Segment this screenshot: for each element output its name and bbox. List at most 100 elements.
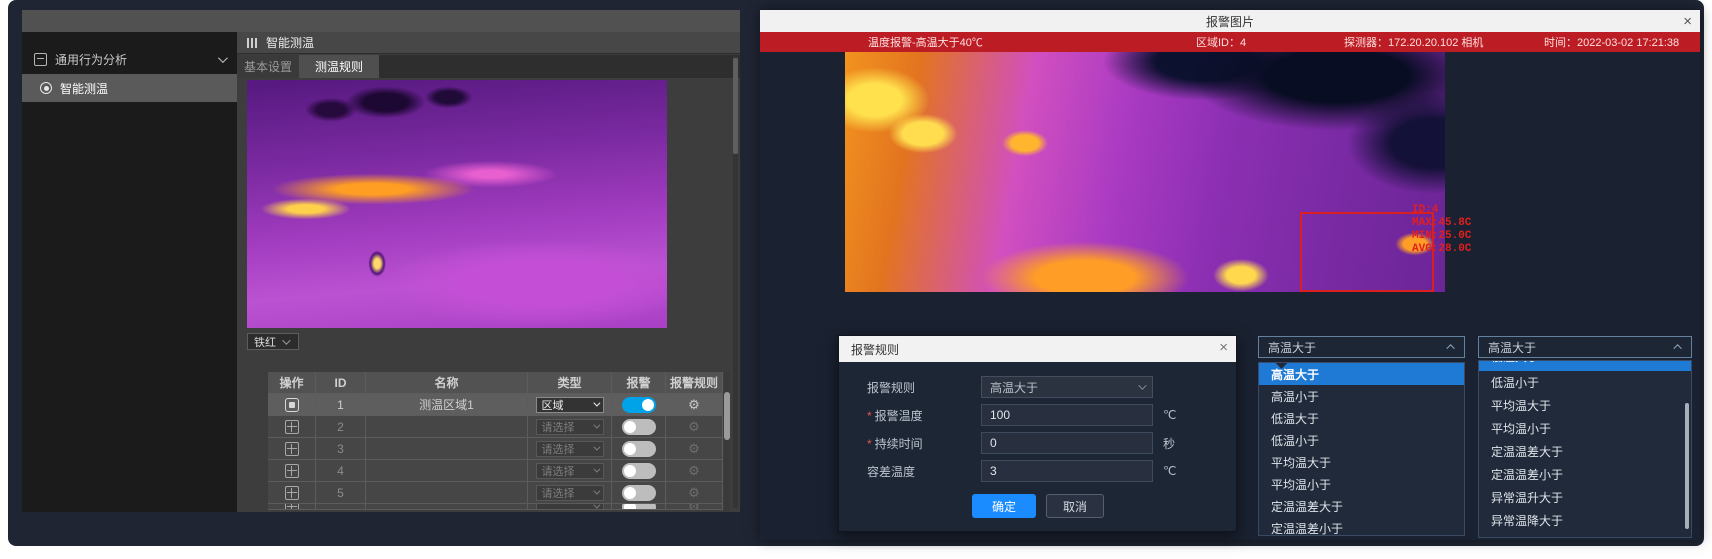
sidebar-item-smart-thermometry[interactable]: 智能测温 [22, 74, 237, 102]
rule-type-select-1[interactable]: 高温大于 [1258, 336, 1465, 358]
dropdown-option[interactable]: 异常温降大于 [1479, 509, 1691, 532]
screen: 通用行为分析 智能测温 智能测温 基本设置 测温规则 铁红 [0, 0, 1712, 559]
field-unit: 秒 [1163, 435, 1175, 452]
column-header: 操作 [268, 372, 316, 393]
row-type-select[interactable]: 区域 [536, 397, 604, 413]
content-title: 智能测温 [266, 34, 314, 51]
table-row[interactable]: 2请选择⚙ [268, 416, 723, 438]
field-label: 报警规则 [867, 379, 972, 396]
table-row[interactable]: 1测温区域1区域⚙ [268, 394, 723, 416]
roi-overlay-text: ID:4 MAX:45.8C MIN:25.0C AVG:28.0C [1412, 204, 1471, 256]
alert-region-id: 区域ID：4 [1196, 32, 1246, 52]
row-type-select[interactable] [536, 504, 604, 509]
dropdown-option[interactable]: 低温大于 [1259, 407, 1464, 429]
panel-bars-icon [247, 38, 257, 48]
content-scrollbar[interactable] [733, 56, 738, 508]
报警温度-input[interactable] [981, 404, 1153, 426]
locate-region-icon[interactable] [285, 398, 299, 412]
alarm-toggle[interactable] [622, 441, 656, 457]
sidebar-group-behavior-analysis[interactable]: 通用行为分析 [22, 46, 237, 72]
alarm-toggle[interactable] [622, 397, 656, 413]
tab-basic-settings[interactable]: 基本设置 [237, 55, 299, 78]
dropdown-option[interactable]: 定温温差大于 [1479, 440, 1691, 463]
table-row[interactable]: ⚙ [268, 504, 723, 510]
measure-table-header: 操作ID名称类型报警报警规则 [268, 372, 723, 394]
add-region-icon[interactable] [285, 442, 299, 456]
alarm-toggle[interactable] [622, 485, 656, 501]
dialog-close-icon[interactable]: × [1219, 336, 1228, 358]
row-id-cell: 3 [316, 438, 366, 459]
alarm-toggle[interactable] [622, 504, 656, 509]
required-asterisk: * [867, 409, 872, 423]
table-row[interactable]: 4 请选择 ⚙ [268, 460, 723, 482]
dropdown-option[interactable]: 定温温差小于 [1479, 463, 1691, 486]
table-scrollbar-thumb[interactable] [724, 392, 730, 440]
dropdown-option[interactable]: 低温小于 [1479, 371, 1691, 394]
容差温度-input[interactable] [981, 460, 1153, 482]
dropdown-option[interactable]: 定温温差小于 [1259, 517, 1464, 536]
table-scrollbar[interactable] [724, 372, 730, 512]
row-id-cell: 4 [316, 460, 366, 481]
column-header: 报警 [612, 372, 666, 393]
dropdown-option-clipped[interactable]: 低温大于 [1479, 361, 1691, 371]
dropdown-option[interactable]: 异常温升大于 [1479, 486, 1691, 509]
palette-select[interactable]: 铁红 [247, 333, 299, 350]
dropdown-option[interactable]: 平均温小于 [1259, 473, 1464, 495]
dropdown-scrollbar-thumb[interactable] [1685, 403, 1689, 529]
dropdown-option[interactable]: 平均温大于 [1259, 451, 1464, 473]
chevron-down-icon [593, 466, 600, 473]
row-type-value: 请选择 [542, 463, 575, 479]
confirm-button[interactable]: 确定 [972, 494, 1036, 518]
row-type-value: 请选择 [542, 485, 575, 501]
add-region-icon[interactable] [285, 420, 299, 434]
rule-gear-icon[interactable]: ⚙ [688, 486, 700, 499]
alert-source: 探测器：172.20.20.102 相机 [1344, 32, 1483, 52]
dropdown-option[interactable]: 平均温大于 [1479, 394, 1691, 417]
thermal-preview-image[interactable] [247, 80, 667, 328]
row-type-select[interactable]: 请选择 [536, 419, 604, 435]
table-row[interactable]: 3 请选择 ⚙ [268, 438, 723, 460]
rule-gear-icon[interactable]: ⚙ [688, 464, 700, 477]
add-region-icon[interactable] [285, 504, 299, 509]
content-scrollbar-thumb[interactable] [733, 58, 738, 154]
add-region-icon[interactable] [285, 486, 299, 500]
alarm-thermal-image: ID:4 MAX:45.8C MIN:25.0C AVG:28.0C [845, 52, 1445, 292]
dropdown-option[interactable]: 高温大于 [1259, 363, 1464, 385]
row-type-select[interactable]: 请选择 [536, 485, 604, 501]
settings-topbar [22, 10, 740, 32]
持续时间-input[interactable] [981, 432, 1153, 454]
row-name-cell [366, 482, 528, 503]
chevron-down-icon [593, 422, 600, 429]
dialog-field-row: *持续时间秒 [839, 432, 1236, 454]
alarm-toggle[interactable] [622, 419, 656, 435]
close-icon[interactable]: × [1683, 10, 1692, 32]
chevron-down-icon [593, 488, 600, 495]
tab-thermometry-rules[interactable]: 测温规则 [299, 55, 379, 78]
rule-gear-icon[interactable]: ⚙ [688, 398, 700, 411]
cancel-button[interactable]: 取消 [1046, 494, 1104, 518]
rule-gear-icon[interactable]: ⚙ [688, 442, 700, 455]
row-type-select[interactable]: 请选择 [536, 463, 604, 479]
roi-id-label: ID:4 [1412, 204, 1471, 217]
rule-type-select-2[interactable]: 高温大于 [1478, 336, 1692, 358]
measure-table: 操作ID名称类型报警报警规则 1测温区域1区域⚙2请选择⚙3请选择⚙4请选择⚙5… [268, 372, 723, 512]
row-type-select[interactable]: 请选择 [536, 441, 604, 457]
thermometry-icon [40, 82, 52, 94]
dropdown-option[interactable]: 定温温差大于 [1259, 495, 1464, 517]
dropdown-option[interactable]: 高温小于 [1259, 385, 1464, 407]
chevron-down-icon [593, 400, 600, 407]
dialog-field-row: 容差温度℃ [839, 460, 1236, 482]
chevron-up-icon [1673, 344, 1681, 352]
dropdown-option[interactable]: 平均温小于 [1479, 417, 1691, 440]
row-id-cell [316, 504, 366, 509]
alarm-toggle[interactable] [622, 463, 656, 479]
chevron-down-icon [593, 504, 600, 509]
dropdown-option[interactable]: 低温小于 [1259, 429, 1464, 451]
table-row[interactable]: 5请选择⚙ [268, 482, 723, 504]
add-region-icon[interactable] [285, 464, 299, 478]
rule-gear-icon[interactable]: ⚙ [688, 504, 700, 509]
rule-select[interactable]: 高温大于 [981, 376, 1153, 398]
field-label: *报警温度 [867, 407, 972, 424]
rule-gear-icon[interactable]: ⚙ [688, 420, 700, 433]
chevron-down-icon [1138, 381, 1146, 389]
